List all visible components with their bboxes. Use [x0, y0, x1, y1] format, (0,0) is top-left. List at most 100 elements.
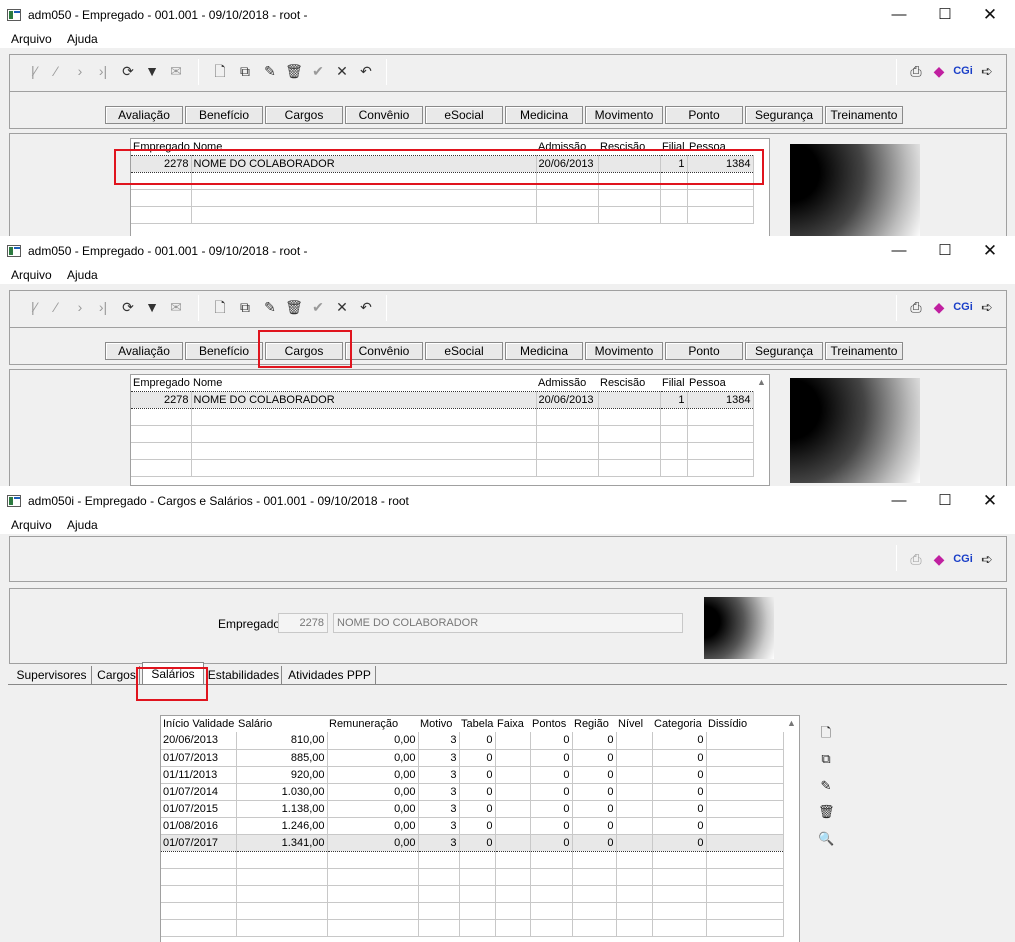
table-row[interactable] [161, 868, 784, 886]
delete-record-icon[interactable]: 🗑 [818, 804, 835, 820]
report-icon[interactable]: ◆ [929, 297, 949, 317]
module-treinamento-button[interactable]: Treinamento [825, 106, 903, 124]
module-convenio-button[interactable]: Convênio [345, 342, 423, 360]
table-row[interactable]: 01/07/2015 1.138,00 0,00 3 0 0 0 0 [161, 800, 784, 818]
col-pessoa[interactable]: Pessoa [687, 139, 753, 155]
module-ponto-button[interactable]: Ponto [665, 342, 743, 360]
module-seguranca-button[interactable]: Segurança [745, 106, 823, 124]
col-tabela[interactable]: Tabela [459, 716, 495, 732]
col-pontos[interactable]: Pontos [530, 716, 572, 732]
view-record-icon[interactable]: 🔍 [818, 831, 834, 847]
table-row[interactable] [161, 902, 784, 920]
module-avaliacao-button[interactable]: Avaliação [105, 106, 183, 124]
col-nome[interactable]: Nome [191, 139, 536, 155]
module-beneficio-button[interactable]: Benefício [185, 106, 263, 124]
last-record-icon[interactable]: ›| [93, 61, 113, 81]
close-button[interactable]: ✕ [978, 240, 1002, 262]
col-faixa[interactable]: Faixa [495, 716, 530, 732]
table-row[interactable] [131, 189, 754, 207]
tab-cargos[interactable]: Cargos [94, 666, 140, 684]
close-button[interactable]: ✕ [978, 490, 1002, 512]
table-row[interactable] [131, 459, 754, 477]
search-icon[interactable]: ✉ [166, 297, 186, 317]
tab-estabilidades[interactable]: Estabilidades [206, 666, 282, 684]
col-admissao[interactable]: Admissão [536, 139, 598, 155]
refresh-icon[interactable]: ⟳ [118, 61, 138, 81]
col-rescisao[interactable]: Rescisão [598, 139, 660, 155]
minimize-button[interactable]: — [887, 240, 911, 262]
minimize-button[interactable]: — [887, 4, 911, 26]
prev-record-icon[interactable]: ⁄ [46, 61, 66, 81]
print-icon[interactable]: ⎙ [906, 297, 926, 317]
module-movimento-button[interactable]: Movimento [585, 342, 663, 360]
col-regiao[interactable]: Região [572, 716, 616, 732]
col-empregado[interactable]: Empregado [131, 375, 191, 391]
print-icon[interactable]: ⎙ [906, 61, 926, 81]
prev-record-icon[interactable]: ⁄ [46, 297, 66, 317]
table-row[interactable] [131, 206, 754, 224]
col-pessoa[interactable]: Pessoa [687, 375, 753, 391]
module-avaliacao-button[interactable]: Avaliação [105, 342, 183, 360]
undo-icon[interactable]: ↶ [356, 61, 376, 81]
menu-ajuda[interactable]: Ajuda [67, 32, 98, 46]
employee-grid[interactable]: Empregado Nome Admissão Rescisão Filial … [130, 138, 770, 236]
col-inicio-validade[interactable]: Início Validade [161, 716, 236, 732]
menu-arquivo[interactable]: Arquivo [11, 32, 52, 46]
table-row[interactable]: 20/06/2013 810,00 0,00 3 0 0 0 0 [161, 732, 784, 750]
col-categoria[interactable]: Categoria [652, 716, 706, 732]
table-row[interactable] [131, 442, 754, 460]
module-esocial-button[interactable]: eSocial [425, 106, 503, 124]
next-record-icon[interactable]: › [70, 297, 90, 317]
module-convenio-button[interactable]: Convênio [345, 106, 423, 124]
delete-icon[interactable]: 🗑 [284, 297, 304, 317]
search-icon[interactable]: ✉ [166, 61, 186, 81]
table-row[interactable]: 01/07/2013 885,00 0,00 3 0 0 0 0 [161, 749, 784, 767]
copy-icon[interactable]: ⧉ [235, 61, 255, 81]
col-dissidio[interactable]: Dissídio [706, 716, 783, 732]
table-row[interactable] [131, 172, 754, 190]
maximize-button[interactable]: ☐ [933, 490, 957, 512]
module-seguranca-button[interactable]: Segurança [745, 342, 823, 360]
cancel-icon[interactable]: ✕ [332, 61, 352, 81]
menu-ajuda[interactable]: Ajuda [67, 268, 98, 282]
table-row[interactable]: 01/07/2014 1.030,00 0,00 3 0 0 0 0 [161, 783, 784, 801]
module-ponto-button[interactable]: Ponto [665, 106, 743, 124]
maximize-button[interactable]: ☐ [933, 4, 957, 26]
table-row[interactable]: 01/07/2017 1.341,00 0,00 3 0 0 0 0 [161, 833, 784, 852]
copy-record-icon[interactable]: ⧉ [818, 751, 834, 767]
tab-salarios[interactable]: Salários [142, 662, 204, 686]
minimize-button[interactable]: — [887, 490, 911, 512]
new-icon[interactable]: 🗋 [210, 297, 230, 317]
module-treinamento-button[interactable]: Treinamento [825, 342, 903, 360]
edit-record-icon[interactable]: ✎ [818, 778, 834, 794]
close-button[interactable]: ✕ [978, 4, 1002, 26]
scroll-up-icon[interactable]: ▲ [787, 718, 796, 728]
table-row[interactable]: 2278 NOME DO COLABORADOR 20/06/2013 1 13… [131, 390, 754, 409]
module-cargos-button[interactable]: Cargos [265, 106, 343, 124]
first-record-icon[interactable]: |⁄ [24, 61, 44, 81]
col-nome[interactable]: Nome [191, 375, 536, 391]
edit-icon[interactable]: ✎ [260, 297, 280, 317]
col-filial[interactable]: Filial [660, 375, 687, 391]
table-row[interactable] [161, 919, 784, 937]
module-cargos-button[interactable]: Cargos [265, 342, 343, 360]
print-icon[interactable]: ⎙ [906, 549, 926, 569]
table-row[interactable]: 01/08/2016 1.246,00 0,00 3 0 0 0 0 [161, 817, 784, 835]
table-row[interactable] [131, 408, 754, 426]
copy-icon[interactable]: ⧉ [235, 297, 255, 317]
col-filial[interactable]: Filial [660, 139, 687, 155]
cgi-icon[interactable]: CGi [953, 549, 973, 569]
col-empregado[interactable]: Empregado [131, 139, 191, 155]
menu-ajuda[interactable]: Ajuda [67, 518, 98, 532]
module-medicina-button[interactable]: Medicina [505, 106, 583, 124]
col-motivo[interactable]: Motivo [418, 716, 459, 732]
menu-arquivo[interactable]: Arquivo [11, 268, 52, 282]
table-row[interactable] [131, 425, 754, 443]
exit-icon[interactable]: ➪ [977, 549, 997, 569]
confirm-icon[interactable]: ✔ [308, 297, 328, 317]
exit-icon[interactable]: ➪ [977, 297, 997, 317]
cgi-icon[interactable]: CGi [953, 61, 973, 81]
new-record-icon[interactable]: 🗋 [818, 725, 834, 741]
col-nivel[interactable]: Nível [616, 716, 652, 732]
cgi-icon[interactable]: CGi [953, 297, 973, 317]
